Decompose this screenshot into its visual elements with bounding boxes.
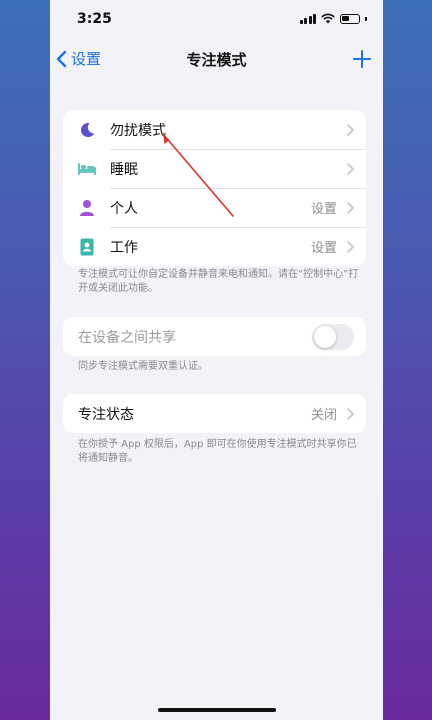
chevron-left-icon xyxy=(56,50,67,67)
focus-mode-label: 睡眠 xyxy=(110,161,138,178)
focus-mode-value: 设置 xyxy=(310,241,337,256)
focus-modes-footnote: 专注模式可让你自定设备并静音来电和通知。请在“控制中心”打开或关闭此功能。 xyxy=(78,269,359,294)
share-across-devices-row: 在设备之间共享 xyxy=(63,317,366,356)
chevron-right-icon xyxy=(347,162,354,175)
plus-icon xyxy=(353,50,371,68)
cellular-signal-icon xyxy=(299,13,316,24)
id-badge-icon xyxy=(77,237,97,257)
chevron-right-icon xyxy=(347,123,354,136)
status-icons xyxy=(299,13,367,24)
focus-modes-list: 勿扰模式 睡眠 个人 设置 工作 设置 xyxy=(63,110,366,266)
moon-icon xyxy=(77,120,97,140)
focus-mode-do-not-disturb[interactable]: 勿扰模式 xyxy=(63,110,366,149)
focus-mode-label: 个人 xyxy=(110,200,138,217)
wifi-icon xyxy=(321,13,335,24)
battery-tip xyxy=(365,16,367,21)
person-icon xyxy=(77,198,97,218)
back-button-label: 设置 xyxy=(71,50,102,68)
focus-status-value: 关闭 xyxy=(310,408,337,423)
focus-status-row[interactable]: 专注状态 关闭 xyxy=(63,394,366,433)
chevron-right-icon xyxy=(347,240,354,253)
phone-screen: 3:25 设置 专注模式 勿扰模式 睡眠 个人 设置 工作 设置 专注模式可让你… xyxy=(50,0,383,720)
focus-mode-value: 设置 xyxy=(310,202,337,217)
focus-status-footnote: 在你授予 App 权限后，App 即可在你使用专注模式时共享你已将通知静音。 xyxy=(78,439,357,464)
home-indicator xyxy=(157,708,276,712)
focus-mode-personal[interactable]: 个人 设置 xyxy=(63,188,366,227)
focus-mode-label: 工作 xyxy=(110,239,138,256)
chevron-right-icon xyxy=(347,407,354,420)
share-footnote: 同步专注模式需要双重认证。 xyxy=(78,361,208,372)
navigation-bar: 设置 专注模式 xyxy=(50,42,383,78)
status-bar: 3:25 xyxy=(50,0,383,40)
share-across-devices-group: 在设备之间共享 xyxy=(63,317,366,356)
focus-status-label: 专注状态 xyxy=(78,406,134,423)
focus-mode-sleep[interactable]: 睡眠 xyxy=(63,149,366,188)
status-time: 3:25 xyxy=(77,11,112,27)
chevron-right-icon xyxy=(347,201,354,214)
focus-status-group: 专注状态 关闭 xyxy=(63,394,366,433)
share-across-devices-toggle[interactable] xyxy=(312,323,354,350)
back-button[interactable]: 设置 xyxy=(56,48,101,69)
focus-mode-work[interactable]: 工作 设置 xyxy=(63,227,366,266)
battery-icon xyxy=(340,13,360,24)
focus-mode-label: 勿扰模式 xyxy=(110,122,166,139)
bed-icon xyxy=(77,159,97,179)
add-focus-button[interactable] xyxy=(347,44,377,74)
share-across-devices-label: 在设备之间共享 xyxy=(78,329,176,346)
